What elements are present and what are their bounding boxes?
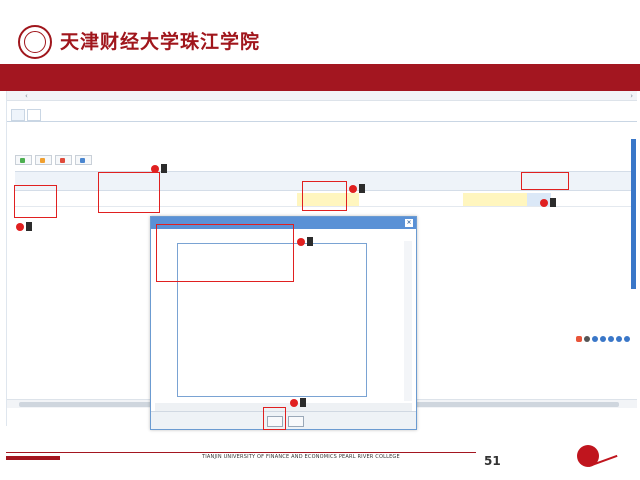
skin-icon[interactable] — [616, 336, 622, 342]
tools-icon[interactable] — [624, 336, 630, 342]
tab-divider — [7, 121, 637, 122]
edit-button[interactable] — [35, 155, 52, 165]
highlight-usage-input — [156, 224, 294, 282]
toolbar — [15, 155, 95, 165]
delete-icon — [60, 157, 65, 163]
highlight-confirm — [263, 407, 286, 430]
highlight-amount — [302, 181, 347, 211]
school-name: 天津财经大学珠江学院 — [60, 30, 261, 53]
callout-6 — [290, 398, 306, 407]
ime-toolbar[interactable] — [574, 336, 630, 342]
callout-5 — [540, 198, 556, 207]
side-toolbar[interactable] — [631, 139, 636, 289]
callout-text — [550, 198, 556, 207]
callout-text — [359, 184, 365, 193]
callout-number — [540, 198, 548, 207]
cancel-button[interactable] — [288, 416, 304, 427]
tab-current[interactable] — [27, 109, 41, 121]
tab-home[interactable] — [11, 109, 25, 121]
highlight-payment-type — [521, 172, 569, 190]
top-scrollbar[interactable]: ‹ › — [7, 91, 637, 101]
emoji-icon[interactable] — [592, 336, 598, 342]
scroll-left-icon[interactable]: ‹ — [25, 91, 28, 101]
callout-number — [16, 222, 24, 231]
highlight-project-name — [14, 185, 57, 218]
callout-text — [300, 398, 306, 407]
mic-icon[interactable] — [600, 336, 606, 342]
callout-text — [161, 164, 167, 173]
callout-4 — [297, 237, 313, 246]
new-button[interactable] — [15, 155, 32, 165]
school-logo: 天津财经大学珠江学院 — [18, 22, 260, 62]
callout-number — [297, 237, 305, 246]
callout-text — [307, 237, 313, 246]
school-seal-icon — [18, 25, 52, 59]
footer-divider — [6, 452, 476, 453]
callout-text — [26, 222, 32, 231]
footer-school-en: TIANJIN UNIVERSITY OF FINANCE AND ECONOM… — [202, 454, 400, 460]
import-icon — [80, 157, 85, 163]
plus-icon — [20, 157, 25, 163]
dialog-vertical-scrollbar[interactable] — [404, 241, 412, 401]
callout-3 — [349, 184, 365, 193]
highlight-project-code — [98, 172, 160, 213]
pencil-icon — [40, 157, 45, 163]
page-number: 51 — [484, 454, 501, 468]
footer-accent — [6, 456, 60, 460]
header-band — [0, 64, 640, 91]
delete-button[interactable] — [55, 155, 72, 165]
callout-number — [349, 184, 357, 193]
callout-number — [151, 164, 159, 173]
callout-number — [290, 398, 298, 407]
scroll-right-icon[interactable]: › — [630, 91, 633, 101]
callout-2 — [151, 164, 167, 173]
sogou-icon[interactable] — [576, 336, 582, 342]
tab-bar — [11, 109, 43, 121]
keyboard-icon[interactable] — [608, 336, 614, 342]
import-button[interactable] — [75, 155, 92, 165]
ime-icon[interactable] — [584, 336, 590, 342]
close-icon[interactable]: × — [405, 219, 413, 227]
slide: 天津财经大学珠江学院 ‹ › × TIANJIN UNIVERSITY OF F… — [0, 0, 640, 480]
callout-1 — [16, 222, 32, 231]
